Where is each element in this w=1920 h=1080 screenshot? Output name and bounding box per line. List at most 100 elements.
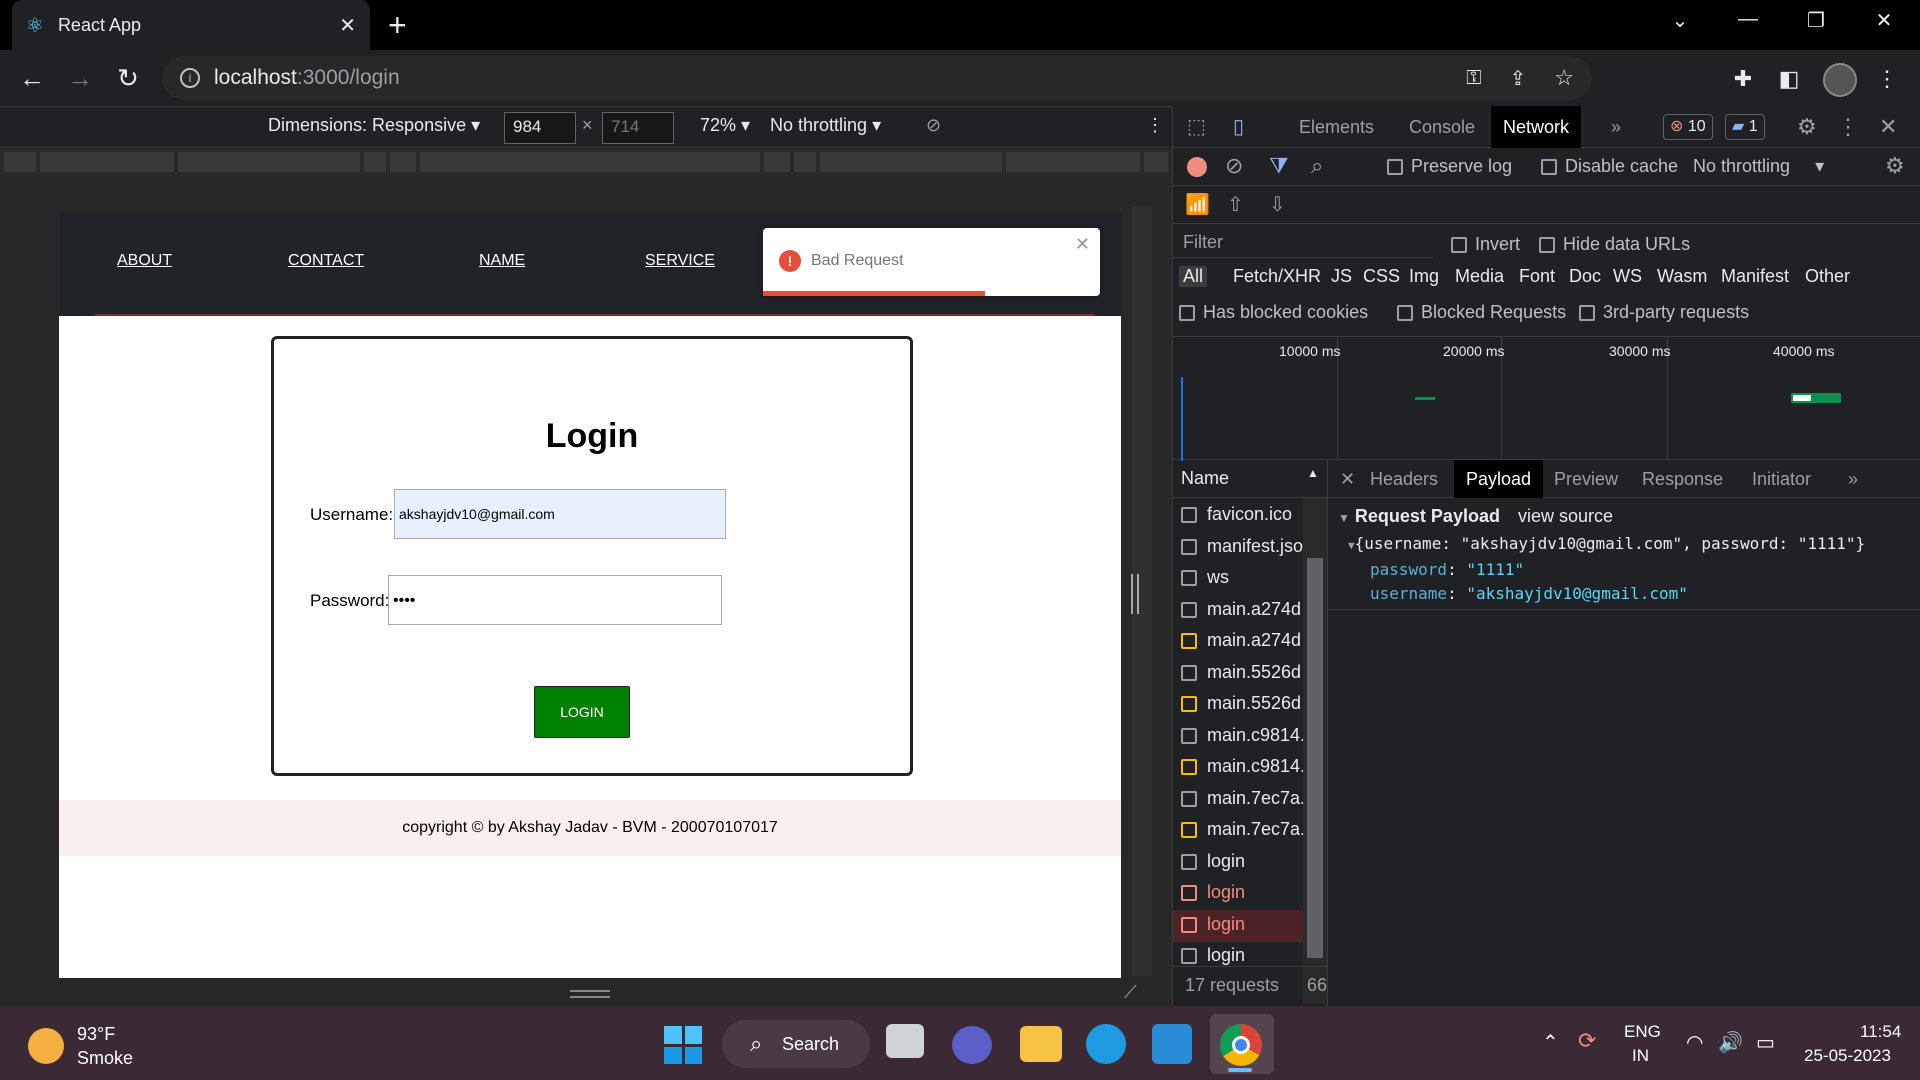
tab-elements[interactable]: Elements [1287,106,1386,148]
filter-other[interactable]: Other [1805,266,1850,287]
tab-initiator[interactable]: Initiator [1740,460,1823,498]
tab-payload[interactable]: Payload [1454,460,1544,498]
reload-icon[interactable]: ↻ [110,60,146,96]
request-list-scroll-thumb[interactable] [1307,558,1323,958]
filter-img[interactable]: Img [1409,266,1439,287]
settings-gear-icon[interactable]: ⚙ [1797,114,1817,140]
extensions-icon[interactable]: ✚ [1726,62,1760,96]
request-row[interactable]: main.5526d [1173,658,1303,690]
resize-corner-icon[interactable]: ⟋ [1124,982,1137,1003]
payload-summary[interactable]: ▼{username: "akshayjdv10@gmail.com", pas… [1348,534,1865,553]
has-blocked-cookies-checkbox[interactable]: Has blocked cookies [1179,302,1368,323]
site-info-icon[interactable]: i [180,68,200,88]
resize-handle-right[interactable] [1131,574,1139,614]
tab-network[interactable]: Network [1491,106,1582,148]
language-code[interactable]: ENG [1624,1022,1661,1042]
devtools-menu-icon[interactable]: ⋮ [1837,114,1859,140]
tab-preview[interactable]: Preview [1542,460,1630,498]
toast-close-icon[interactable]: ✕ [1075,234,1090,255]
filter-manifest[interactable]: Manifest [1721,266,1789,287]
third-party-requests-checkbox[interactable]: 3rd-party requests [1579,302,1749,323]
close-tab-icon[interactable]: ✕ [339,13,356,38]
address-bar[interactable]: i localhost:3000/login ⚿ ⇪ ☆ [162,56,1592,100]
battery-icon[interactable]: ▭ [1756,1030,1775,1055]
error-toast[interactable]: ! Bad Request ✕ [763,228,1100,296]
filter-js[interactable]: JS [1331,266,1352,287]
sync-icon[interactable]: ⟳ [1578,1028,1596,1054]
import-har-icon[interactable]: ⇧ [1227,192,1244,217]
forward-icon[interactable]: → [62,60,98,96]
request-row[interactable]: main.c9814. [1173,721,1303,753]
request-row[interactable]: manifest.json [1173,532,1303,564]
clear-icon[interactable]: ⊘ [1225,153,1243,179]
request-payload-header[interactable]: ▼ Request Payload [1338,506,1500,527]
vscode-icon[interactable] [1152,1024,1192,1064]
request-row[interactable]: main.7ec7a. [1173,784,1303,816]
view-source-link[interactable]: view source [1518,506,1613,527]
file-explorer-icon[interactable] [1020,1026,1062,1062]
request-row[interactable]: main.a274d [1173,626,1303,658]
login-button[interactable]: LOGIN [534,686,630,738]
device-toggle-icon[interactable]: ▯ [1233,114,1244,139]
volume-icon[interactable]: 🔊 [1718,1030,1743,1055]
network-conditions-icon[interactable]: 📶 [1185,192,1210,217]
filter-font[interactable]: Font [1519,266,1555,287]
blocked-requests-checkbox[interactable]: Blocked Requests [1397,302,1566,323]
browser-tab[interactable]: ⚛ React App ✕ [12,0,370,50]
request-row[interactable]: favicon.ico [1173,500,1303,532]
filter-wasm[interactable]: Wasm [1657,266,1707,287]
minimize-button[interactable]: — [1728,8,1768,31]
tab-console[interactable]: Console [1397,106,1487,148]
request-row[interactable]: login [1173,878,1303,910]
filter-all[interactable]: All [1179,266,1208,287]
rotate-icon[interactable]: ⊘ [926,115,941,136]
language-region[interactable]: IN [1632,1046,1649,1066]
close-devtools-icon[interactable]: ✕ [1879,114,1897,140]
filter-icon[interactable]: ⧩ [1269,153,1289,179]
width-input[interactable]: 984 [504,112,576,144]
tray-overflow-icon[interactable]: ⌃ [1542,1030,1559,1055]
side-panel-icon[interactable]: ◧ [1772,62,1806,96]
filter-input[interactable]: Filter [1173,228,1433,258]
nav-about-link[interactable]: ABOUT [117,252,172,270]
name-column-header[interactable]: Name ▲ [1173,460,1328,498]
request-row[interactable]: login [1173,847,1303,879]
hide-data-urls-checkbox[interactable]: Hide data URLs [1539,234,1690,255]
record-icon[interactable] [1187,157,1207,177]
chrome-icon[interactable] [1220,1024,1262,1066]
inspect-element-icon[interactable]: ⬚ [1187,114,1206,139]
request-row[interactable]: login [1173,909,1303,942]
request-row[interactable]: ws [1173,563,1303,595]
share-icon[interactable]: ⇪ [1510,66,1527,91]
menu-icon[interactable]: ⋮ [1870,62,1904,96]
close-window-button[interactable]: ✕ [1864,8,1904,33]
zoom-dropdown[interactable]: 72% ▾ [700,115,750,136]
taskbar-search[interactable]: ⌕ Search [722,1020,870,1068]
nav-service-link[interactable]: SERVICE [645,252,715,270]
filter-ws[interactable]: WS [1613,266,1642,287]
bookmark-star-icon[interactable]: ☆ [1554,65,1574,91]
network-timeline[interactable]: 10000 ms 20000 ms 30000 ms 40000 ms [1173,336,1920,461]
task-view-icon[interactable] [886,1024,924,1058]
username-input[interactable]: akshayjdv10@gmail.com [394,489,726,539]
network-settings-icon[interactable]: ⚙ [1885,153,1905,179]
tab-response[interactable]: Response [1630,460,1735,498]
height-input[interactable]: 714 [602,112,674,144]
back-icon[interactable]: ← [14,60,50,96]
preserve-log-checkbox[interactable]: Preserve log [1387,156,1512,177]
request-row[interactable]: main.7ec7a. [1173,815,1303,847]
more-tabs-icon[interactable]: » [1599,106,1633,148]
key-icon[interactable]: ⚿ [1466,67,1481,90]
new-tab-button[interactable]: + [388,6,407,44]
network-throttling-dropdown[interactable]: No throttling ▾ [1693,156,1824,177]
tab-headers[interactable]: Headers [1358,460,1450,498]
windows-start-icon[interactable] [664,1026,702,1064]
search-icon[interactable]: ⌕ [1311,153,1323,179]
teams-chat-icon[interactable] [952,1026,992,1064]
message-badge[interactable]: ▰ 1 [1725,114,1765,140]
nav-name-link[interactable]: NAME [479,252,525,270]
weather-condition[interactable]: Smoke [77,1048,133,1069]
wifi-icon[interactable]: ◠ [1686,1030,1703,1055]
request-row[interactable]: main.5526d [1173,689,1303,721]
more-detail-tabs-icon[interactable]: » [1836,460,1870,498]
